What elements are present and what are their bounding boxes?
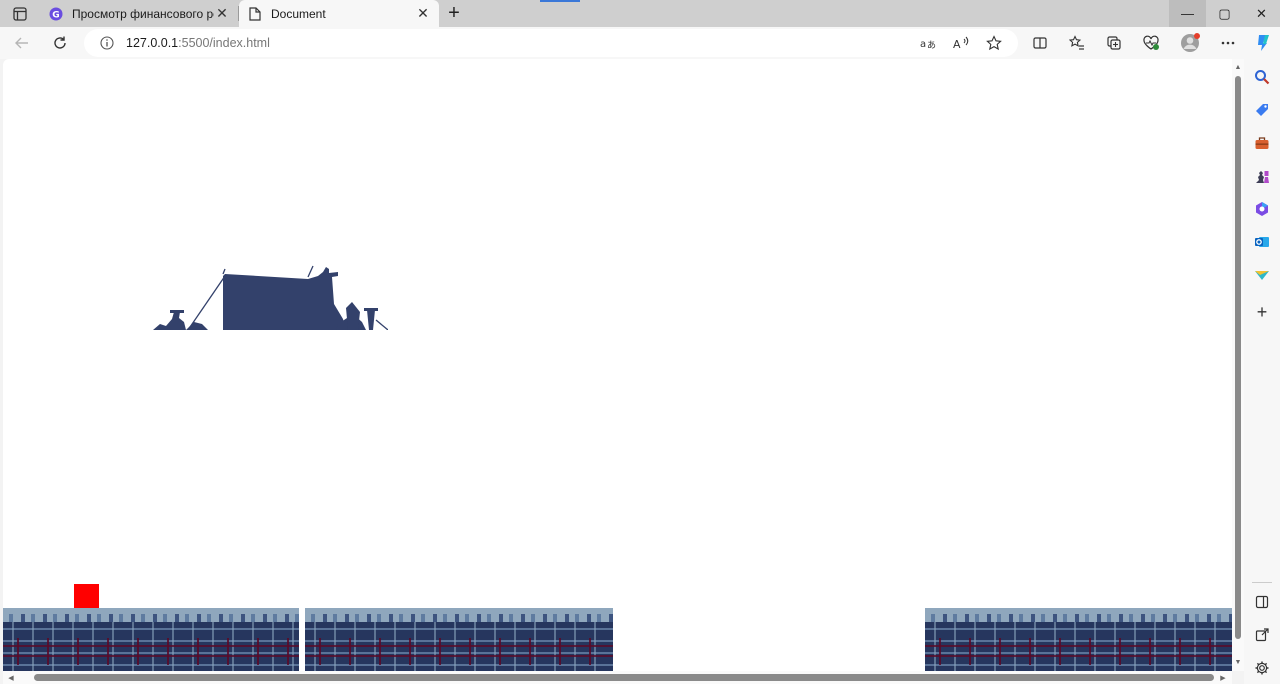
sidebar-games-button[interactable] (1250, 164, 1274, 188)
horizontal-scroll-thumb[interactable] (34, 674, 1214, 681)
microsoft365-icon (1256, 202, 1268, 216)
browser-toolbar: 127.0.0.1:5500/index.html aあ A (0, 27, 1280, 59)
minimize-button[interactable]: — (1169, 0, 1206, 27)
svg-text:G: G (52, 10, 59, 20)
search-icon (1255, 70, 1270, 85)
background-shipwreck-silhouette (153, 265, 388, 330)
horizontal-scrollbar[interactable]: ◀ ▶ (3, 671, 1232, 684)
ground-platform (925, 608, 1232, 671)
address-bar-actions: aあ A (911, 31, 1010, 55)
tab-actions-button[interactable] (8, 3, 32, 25)
ground-platform (305, 608, 613, 671)
loading-indicator (540, 0, 580, 2)
scroll-right-arrow-icon[interactable]: ▶ (1217, 671, 1229, 684)
g-logo-icon: G (48, 6, 64, 22)
new-tab-button[interactable]: + (443, 2, 465, 24)
copilot-button[interactable] (1251, 31, 1275, 55)
edge-sidebar: + (1244, 59, 1280, 684)
shopping-tag-icon (1256, 104, 1268, 116)
back-arrow-icon (15, 37, 28, 49)
sidebar-open-external-button[interactable] (1250, 623, 1274, 647)
outlook-icon (1255, 237, 1269, 247)
plus-icon: + (1256, 301, 1268, 322)
sidebar-shopping-button[interactable] (1250, 98, 1274, 122)
scroll-up-arrow-icon[interactable]: ▲ (1232, 61, 1244, 73)
url-text[interactable]: 127.0.0.1:5500/index.html (126, 36, 270, 50)
svg-text:あ: あ (927, 40, 936, 50)
vertical-scroll-thumb[interactable] (1235, 76, 1241, 639)
avatar-icon (1181, 33, 1200, 52)
address-bar[interactable]: 127.0.0.1:5500/index.html aあ A (84, 29, 1018, 57)
favorites-list-icon (1069, 35, 1084, 50)
collections-icon (1107, 36, 1121, 50)
tab-document[interactable]: Document ✕ (239, 0, 439, 27)
window-controls: — ▢ ✕ (1169, 0, 1280, 27)
site-info-icon[interactable] (96, 36, 118, 50)
close-window-button[interactable]: ✕ (1243, 0, 1280, 27)
favorite-star-icon[interactable] (977, 31, 1010, 55)
gear-icon (1255, 661, 1269, 675)
tab-actions-icon (13, 7, 27, 21)
paper-plane-icon (1255, 271, 1269, 280)
heart-pulse-icon (1143, 35, 1159, 50)
browser-essentials-button[interactable] (1139, 31, 1163, 55)
chess-games-icon (1256, 171, 1269, 183)
sidebar-microsoft365-button[interactable] (1250, 197, 1274, 221)
svg-text:a: a (920, 39, 926, 50)
sidebar-send-button[interactable] (1250, 263, 1274, 287)
favorites-button[interactable] (1065, 31, 1089, 55)
url-host: 127.0.0.1 (126, 36, 179, 50)
scroll-down-arrow-icon[interactable]: ▼ (1232, 656, 1244, 668)
copilot-icon (1258, 35, 1269, 51)
ground-platform (3, 608, 299, 671)
sidebar-tools-button[interactable] (1250, 131, 1274, 155)
refresh-icon (54, 36, 66, 49)
translate-icon[interactable]: aあ (911, 31, 944, 55)
sidebar-outlook-button[interactable] (1250, 230, 1274, 254)
svg-text:A: A (953, 38, 961, 50)
document-icon (247, 6, 263, 22)
back-button[interactable] (10, 31, 34, 55)
close-tab-icon[interactable]: ✕ (415, 5, 431, 22)
split-screen-icon (1033, 37, 1047, 49)
toolbox-icon (1255, 137, 1269, 149)
external-link-icon (1255, 628, 1269, 642)
split-screen-button[interactable] (1028, 31, 1052, 55)
sidebar-panel-icon (1255, 595, 1269, 609)
url-path: :5500/index.html (178, 36, 270, 50)
page-viewport[interactable] (3, 59, 1232, 671)
tab-strip: G Просмотр финансового резуль ✕ Document… (0, 0, 1280, 27)
tab-title: Просмотр финансового резуль (72, 6, 214, 21)
collections-button[interactable] (1102, 31, 1126, 55)
sidebar-divider (1252, 582, 1272, 583)
more-dots-icon (1221, 41, 1235, 45)
settings-more-button[interactable] (1216, 31, 1240, 55)
maximize-button[interactable]: ▢ (1206, 0, 1243, 27)
profile-button[interactable] (1178, 31, 1202, 55)
close-tab-icon[interactable]: ✕ (214, 5, 230, 22)
sidebar-settings-button[interactable] (1250, 656, 1274, 680)
sidebar-search-button[interactable] (1250, 65, 1274, 89)
tab-title: Document (271, 6, 326, 21)
refresh-button[interactable] (48, 31, 72, 55)
vertical-scrollbar[interactable]: ▲ ▼ (1232, 59, 1244, 671)
browser-window: G Просмотр финансового резуль ✕ Document… (0, 0, 1280, 684)
tab-finance[interactable]: G Просмотр финансового резуль ✕ (40, 0, 238, 27)
read-aloud-icon[interactable]: A (944, 31, 977, 55)
scroll-left-arrow-icon[interactable]: ◀ (5, 671, 17, 684)
sidebar-add-button[interactable]: + (1250, 300, 1274, 324)
player-block (74, 584, 99, 608)
sidebar-toggle-button[interactable] (1250, 590, 1274, 614)
